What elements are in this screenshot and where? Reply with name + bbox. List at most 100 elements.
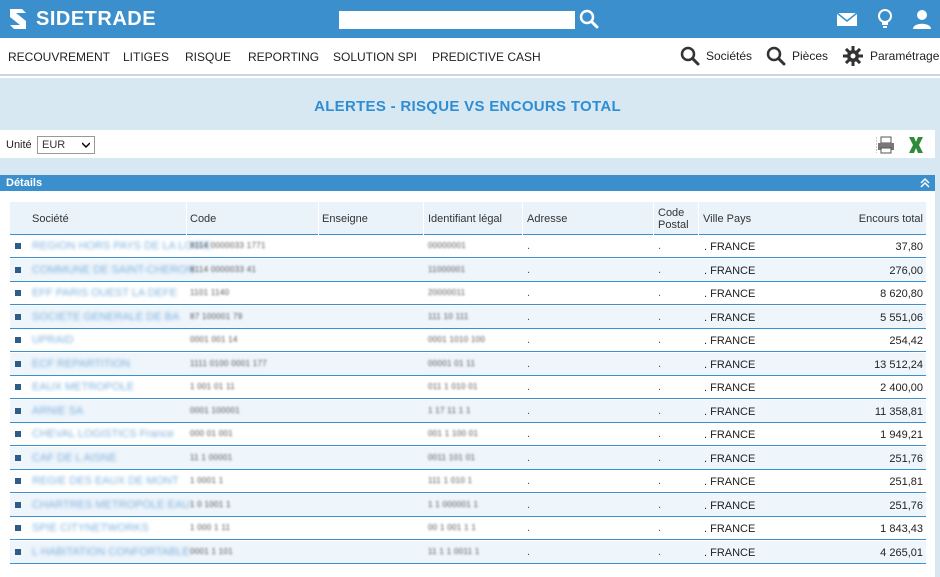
nav-item-predictive-cash[interactable]: PREDICTIVE CASH — [432, 50, 541, 64]
cell-code: 0001 1 101 — [190, 546, 234, 556]
lightbulb-icon[interactable] — [874, 8, 896, 30]
cell-adresse: . — [527, 263, 531, 276]
row-bullet[interactable] — [15, 454, 21, 461]
row-bullet[interactable] — [15, 501, 21, 508]
column-header-code[interactable]: Code — [190, 213, 216, 225]
top-bar: SIDETRADE — [0, 0, 940, 38]
nav-pieces[interactable]: Pièces — [766, 45, 828, 67]
cell-encours-total: 11 358,81 — [874, 405, 923, 418]
row-bullet[interactable] — [15, 337, 21, 343]
column-header-code-postal[interactable]: Code Postal — [658, 207, 694, 231]
cell-adresse: . — [527, 522, 531, 534]
cell-societe[interactable]: UPRAID — [32, 334, 74, 346]
cell-adresse: . — [527, 545, 531, 558]
table-row[interactable]: EAUX METROPOLE 1 001 01 11 011 1 010 01...… — [10, 376, 926, 399]
cell-adresse: . — [527, 475, 531, 487]
table-row[interactable]: UPRAID 0001 001 14 0001 1010 100.. . FRANCE… — [10, 329, 926, 352]
row-bullet[interactable] — [15, 407, 21, 414]
nav-item-solution-spi[interactable]: SOLUTION SPI — [333, 50, 417, 64]
cell-code-postal: . — [658, 522, 662, 534]
cell-code: 1111 0100 0001 177 — [190, 358, 268, 368]
table-row[interactable]: CAF DE L AISNE 11 1 00001 0011 101 01.. . F… — [10, 446, 926, 470]
row-bullet[interactable] — [15, 360, 21, 367]
row-bullet[interactable] — [15, 384, 21, 390]
column-header-enseigne[interactable]: Enseigne — [322, 213, 368, 225]
column-header-adresse[interactable]: Adresse — [527, 213, 567, 225]
cell-identifiant-legal: 20000011 — [428, 288, 466, 297]
cell-code-postal: . — [658, 428, 662, 440]
cell-code: 11 1 00001 — [190, 452, 233, 462]
cell-ville-pays: . FRANCE — [704, 335, 756, 347]
table-row[interactable]: ECF REPARTITION 1111 0100 0001 177 00001 0… — [10, 352, 926, 376]
row-bullet[interactable] — [15, 290, 21, 296]
nav-item-risque[interactable]: RISQUE — [185, 50, 231, 64]
table-row[interactable]: ARNIE SA 0001 100001 1 17 11 1 1.. . FRANCE… — [10, 399, 926, 423]
column-header-encours-total[interactable]: Encours total — [859, 213, 923, 225]
table-row[interactable]: COMMUNE DE SAINT-CHERON 8114 0000033 41 11… — [10, 258, 926, 282]
row-bullet[interactable] — [15, 478, 21, 484]
nav-item-reporting[interactable]: REPORTING — [248, 50, 319, 64]
print-icon[interactable] — [876, 135, 896, 155]
user-icon[interactable] — [911, 8, 933, 30]
nav-pieces-label: Pièces — [792, 49, 829, 63]
cell-code-postal: . — [658, 545, 662, 558]
cell-code-postal: . — [658, 498, 662, 511]
nav-item-recouvrement[interactable]: RECOUVREMENT — [8, 50, 110, 64]
sidetrade-logo[interactable]: SIDETRADE — [6, 5, 156, 33]
cell-societe[interactable]: CHEVAL LOGISTICS France — [32, 428, 174, 440]
table-row[interactable]: SPIE CITYNETWORKS 1 000 1 11 00 1 001 1 1.… — [10, 517, 926, 540]
table-row[interactable]: CHEVAL LOGISTICS France 000 01 001 001 1 1… — [10, 423, 926, 446]
column-header-societe[interactable]: Société — [32, 213, 69, 225]
cell-societe[interactable]: SOCIETE GENERALE DE BA — [32, 311, 179, 323]
mail-icon[interactable] — [836, 8, 858, 30]
table-row[interactable]: REGION HORS PAYS DE LA LOIRE 8114 0000033… — [10, 235, 926, 258]
table-row[interactable]: CHARTRES METROPOLE EAU 1 0 1001 1 1 1 0000… — [10, 493, 926, 517]
table-row[interactable]: EFF PARIS OUEST LA DEFE 1101 1140 20000011… — [10, 282, 926, 305]
table-row[interactable]: REGIE DES EAUX DE MONT 1 0001 1 111 1 010 … — [10, 470, 926, 493]
column-header-identifiant-legal[interactable]: Identifiant légal — [428, 213, 502, 225]
chevron-down-icon — [82, 142, 90, 149]
excel-icon[interactable] — [906, 135, 926, 155]
unit-label: Unité — [6, 139, 32, 151]
cell-identifiant-legal: 011 1 010 01 — [428, 382, 478, 391]
table-header: Société Code Enseigne Identifiant légal … — [10, 202, 926, 235]
nav-societes[interactable]: Sociétés — [680, 45, 752, 67]
cell-code-postal: . — [658, 381, 662, 393]
nav-item-litiges[interactable]: LITIGES — [123, 50, 169, 64]
cell-societe[interactable]: CHARTRES METROPOLE EAU — [32, 499, 190, 511]
row-bullet[interactable] — [15, 243, 21, 249]
cell-societe[interactable]: EFF PARIS OUEST LA DEFE — [32, 287, 177, 299]
cell-societe[interactable]: SPIE CITYNETWORKS — [32, 522, 149, 534]
cell-societe[interactable]: REGION HORS PAYS DE LA LOIRE — [32, 240, 211, 252]
details-header[interactable]: Détails — [0, 175, 935, 191]
column-header-ville-pays[interactable]: Ville Pays — [703, 213, 751, 225]
search-icon[interactable] — [579, 9, 599, 29]
cell-code: 0001 100001 — [190, 405, 241, 415]
cell-identifiant-legal: 1 1 000001 1 — [428, 499, 479, 509]
search-input[interactable] — [339, 11, 575, 29]
row-bullet[interactable] — [15, 266, 21, 273]
cell-societe[interactable]: EAUX METROPOLE — [32, 381, 134, 393]
collapse-icon[interactable] — [919, 177, 931, 189]
cell-societe[interactable]: ECF REPARTITION — [32, 358, 130, 370]
cell-societe[interactable]: COMMUNE DE SAINT-CHERON — [32, 264, 195, 276]
cell-societe[interactable]: ARNIE SA — [32, 405, 83, 417]
nav-parametrage[interactable]: Paramétrage — [842, 45, 939, 67]
row-bullet[interactable] — [15, 431, 21, 437]
search-icon — [766, 46, 786, 66]
cell-societe[interactable]: L HABITATION CONFORTABLE — [32, 546, 190, 558]
cell-societe[interactable]: CAF DE L AISNE — [32, 452, 117, 464]
unit-select[interactable]: EUR — [37, 136, 95, 154]
table-row[interactable]: SOCIETE GENERALE DE BA 87 100001 79 111 10… — [10, 305, 926, 329]
table-row[interactable]: L HABITATION CONFORTABLE 0001 1 101 11 1 1… — [10, 540, 926, 564]
cell-encours-total: 1 843,43 — [880, 523, 923, 535]
details-grid: Société Code Enseigne Identifiant légal … — [0, 191, 935, 577]
cell-ville-pays: . FRANCE — [704, 311, 756, 324]
cell-identifiant-legal: 111 10 111 — [428, 311, 469, 321]
cell-societe[interactable]: REGIE DES EAUX DE MONT — [32, 475, 179, 487]
cell-ville-pays: . FRANCE — [704, 499, 756, 512]
row-bullet[interactable] — [15, 313, 21, 320]
cell-code: 1 001 01 11 — [190, 382, 235, 391]
row-bullet[interactable] — [15, 525, 21, 531]
row-bullet[interactable] — [15, 548, 21, 555]
